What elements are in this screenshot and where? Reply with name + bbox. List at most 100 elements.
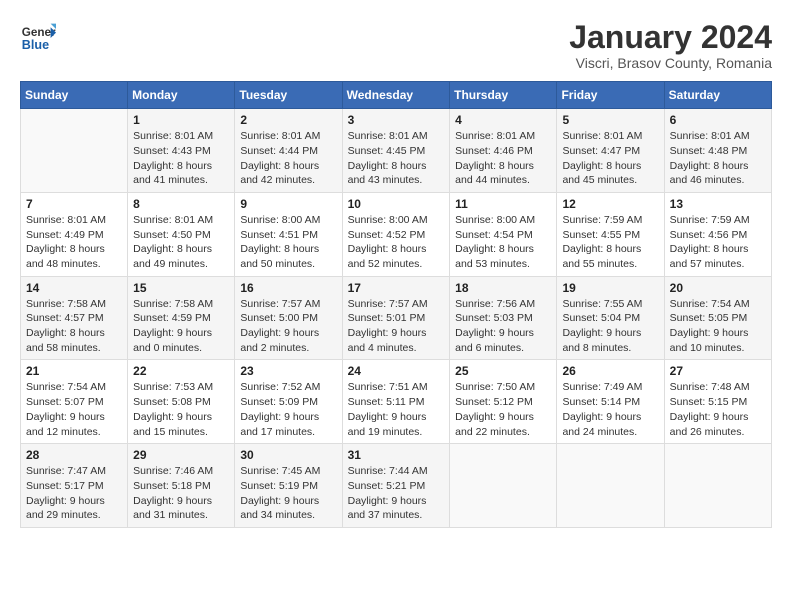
logo-icon: General Blue xyxy=(20,20,56,56)
calendar-cell: 3Sunrise: 8:01 AMSunset: 4:45 PMDaylight… xyxy=(342,109,450,193)
calendar-cell: 1 Sunrise: 8:01 AMSunset: 4:43 PMDaylight… xyxy=(128,109,235,193)
day-number: 15 xyxy=(133,281,229,295)
day-info: Sunrise: 7:57 AMSunset: 5:00 PMDaylight:… xyxy=(240,297,336,356)
day-info: Sunrise: 7:53 AMSunset: 5:08 PMDaylight:… xyxy=(133,380,229,439)
day-number: 24 xyxy=(348,364,445,378)
header: General Blue January 2024 Viscri, Brasov… xyxy=(20,20,772,71)
day-number: 12 xyxy=(562,197,658,211)
day-number: 31 xyxy=(348,448,445,462)
calendar-cell: 24Sunrise: 7:51 AMSunset: 5:11 PMDayligh… xyxy=(342,360,450,444)
calendar-cell: 26 Sunrise: 7:49 AMSunset: 5:14 PMDayligh… xyxy=(557,360,664,444)
week-row-3: 14Sunrise: 7:58 AMSunset: 4:57 PMDayligh… xyxy=(21,276,772,360)
day-info: Sunrise: 8:01 AMSunset: 4:44 PMDaylight:… xyxy=(240,129,336,188)
day-number: 23 xyxy=(240,364,336,378)
day-info: Sunrise: 8:01 AMSunset: 4:48 PMDaylight:… xyxy=(670,129,766,188)
calendar-cell: 9 Sunrise: 8:00 AMSunset: 4:51 PMDaylight… xyxy=(235,192,342,276)
header-row: SundayMondayTuesdayWednesdayThursdayFrid… xyxy=(21,82,772,109)
calendar-cell: 8 Sunrise: 8:01 AMSunset: 4:50 PMDaylight… xyxy=(128,192,235,276)
calendar-cell: 20Sunrise: 7:54 AMSunset: 5:05 PMDayligh… xyxy=(664,276,771,360)
day-info: Sunrise: 8:01 AMSunset: 4:43 PMDaylight:… xyxy=(133,129,229,188)
day-number: 26 xyxy=(562,364,658,378)
calendar-cell xyxy=(664,444,771,528)
calendar-cell: 15Sunrise: 7:58 AMSunset: 4:59 PMDayligh… xyxy=(128,276,235,360)
day-number: 17 xyxy=(348,281,445,295)
header-day-sunday: Sunday xyxy=(21,82,128,109)
header-day-monday: Monday xyxy=(128,82,235,109)
day-info: Sunrise: 7:45 AMSunset: 5:19 PMDaylight:… xyxy=(240,464,336,523)
calendar-header: SundayMondayTuesdayWednesdayThursdayFrid… xyxy=(21,82,772,109)
day-info: Sunrise: 7:47 AMSunset: 5:17 PMDaylight:… xyxy=(26,464,122,523)
day-info: Sunrise: 8:01 AMSunset: 4:47 PMDaylight:… xyxy=(562,129,658,188)
day-number: 10 xyxy=(348,197,445,211)
title-section: January 2024 Viscri, Brasov County, Roma… xyxy=(569,20,772,71)
calendar-cell: 28 Sunrise: 7:47 AMSunset: 5:17 PMDayligh… xyxy=(21,444,128,528)
day-info: Sunrise: 7:46 AMSunset: 5:18 PMDaylight:… xyxy=(133,464,229,523)
day-number: 21 xyxy=(26,364,122,378)
week-row-4: 21Sunrise: 7:54 AMSunset: 5:07 PMDayligh… xyxy=(21,360,772,444)
day-number: 25 xyxy=(455,364,551,378)
day-info: Sunrise: 7:49 AMSunset: 5:14 PMDaylight:… xyxy=(562,380,658,439)
day-info: Sunrise: 8:00 AMSunset: 4:51 PMDaylight:… xyxy=(240,213,336,272)
day-info: Sunrise: 8:01 AMSunset: 4:50 PMDaylight:… xyxy=(133,213,229,272)
day-info: Sunrise: 7:57 AMSunset: 5:01 PMDaylight:… xyxy=(348,297,445,356)
calendar-cell: 19 Sunrise: 7:55 AMSunset: 5:04 PMDayligh… xyxy=(557,276,664,360)
calendar-cell: 5 Sunrise: 8:01 AMSunset: 4:47 PMDaylight… xyxy=(557,109,664,193)
calendar-cell: 25 Sunrise: 7:50 AMSunset: 5:12 PMDayligh… xyxy=(450,360,557,444)
header-day-thursday: Thursday xyxy=(450,82,557,109)
calendar-cell: 31 Sunrise: 7:44 AMSunset: 5:21 PMDayligh… xyxy=(342,444,450,528)
calendar-cell: 7 Sunrise: 8:01 AMSunset: 4:49 PMDaylight… xyxy=(21,192,128,276)
week-row-1: 1 Sunrise: 8:01 AMSunset: 4:43 PMDaylight… xyxy=(21,109,772,193)
day-info: Sunrise: 7:52 AMSunset: 5:09 PMDaylight:… xyxy=(240,380,336,439)
day-number: 29 xyxy=(133,448,229,462)
day-info: Sunrise: 8:00 AMSunset: 4:52 PMDaylight:… xyxy=(348,213,445,272)
calendar-cell: 27 Sunrise: 7:48 AMSunset: 5:15 PMDayligh… xyxy=(664,360,771,444)
day-number: 5 xyxy=(562,113,658,127)
day-number: 2 xyxy=(240,113,336,127)
calendar-cell: 4 Sunrise: 8:01 AMSunset: 4:46 PMDaylight… xyxy=(450,109,557,193)
calendar-cell: 30 Sunrise: 7:45 AMSunset: 5:19 PMDayligh… xyxy=(235,444,342,528)
calendar-cell xyxy=(450,444,557,528)
week-row-5: 28 Sunrise: 7:47 AMSunset: 5:17 PMDayligh… xyxy=(21,444,772,528)
calendar-cell: 18 Sunrise: 7:56 AMSunset: 5:03 PMDayligh… xyxy=(450,276,557,360)
calendar-cell: 10 Sunrise: 8:00 AMSunset: 4:52 PMDayligh… xyxy=(342,192,450,276)
calendar-cell: 2 Sunrise: 8:01 AMSunset: 4:44 PMDaylight… xyxy=(235,109,342,193)
day-info: Sunrise: 7:59 AMSunset: 4:55 PMDaylight:… xyxy=(562,213,658,272)
header-day-saturday: Saturday xyxy=(664,82,771,109)
day-number: 11 xyxy=(455,197,551,211)
calendar-cell xyxy=(21,109,128,193)
day-number: 30 xyxy=(240,448,336,462)
day-info: Sunrise: 7:50 AMSunset: 5:12 PMDaylight:… xyxy=(455,380,551,439)
header-day-tuesday: Tuesday xyxy=(235,82,342,109)
day-info: Sunrise: 7:48 AMSunset: 5:15 PMDaylight:… xyxy=(670,380,766,439)
day-info: Sunrise: 8:01 AMSunset: 4:46 PMDaylight:… xyxy=(455,129,551,188)
day-info: Sunrise: 8:01 AMSunset: 4:49 PMDaylight:… xyxy=(26,213,122,272)
subtitle: Viscri, Brasov County, Romania xyxy=(569,55,772,71)
calendar-cell: 6 Sunrise: 8:01 AMSunset: 4:48 PMDaylight… xyxy=(664,109,771,193)
day-info: Sunrise: 7:54 AMSunset: 5:05 PMDaylight:… xyxy=(670,297,766,356)
day-number: 18 xyxy=(455,281,551,295)
day-info: Sunrise: 7:44 AMSunset: 5:21 PMDaylight:… xyxy=(348,464,445,523)
day-info: Sunrise: 8:00 AMSunset: 4:54 PMDaylight:… xyxy=(455,213,551,272)
day-number: 6 xyxy=(670,113,766,127)
day-number: 13 xyxy=(670,197,766,211)
day-info: Sunrise: 7:59 AMSunset: 4:56 PMDaylight:… xyxy=(670,213,766,272)
day-number: 7 xyxy=(26,197,122,211)
day-number: 8 xyxy=(133,197,229,211)
day-info: Sunrise: 7:55 AMSunset: 5:04 PMDaylight:… xyxy=(562,297,658,356)
day-number: 19 xyxy=(562,281,658,295)
day-number: 9 xyxy=(240,197,336,211)
header-day-friday: Friday xyxy=(557,82,664,109)
calendar-cell: 13 Sunrise: 7:59 AMSunset: 4:56 PMDayligh… xyxy=(664,192,771,276)
logo: General Blue xyxy=(20,20,56,56)
calendar-cell: 17 Sunrise: 7:57 AMSunset: 5:01 PMDayligh… xyxy=(342,276,450,360)
day-number: 27 xyxy=(670,364,766,378)
day-number: 4 xyxy=(455,113,551,127)
svg-text:Blue: Blue xyxy=(22,38,49,52)
day-number: 1 xyxy=(133,113,229,127)
calendar-cell: 16Sunrise: 7:57 AMSunset: 5:00 PMDayligh… xyxy=(235,276,342,360)
calendar-cell: 29 Sunrise: 7:46 AMSunset: 5:18 PMDayligh… xyxy=(128,444,235,528)
day-number: 22 xyxy=(133,364,229,378)
calendar-cell: 23 Sunrise: 7:52 AMSunset: 5:09 PMDayligh… xyxy=(235,360,342,444)
day-number: 28 xyxy=(26,448,122,462)
day-info: Sunrise: 7:56 AMSunset: 5:03 PMDaylight:… xyxy=(455,297,551,356)
